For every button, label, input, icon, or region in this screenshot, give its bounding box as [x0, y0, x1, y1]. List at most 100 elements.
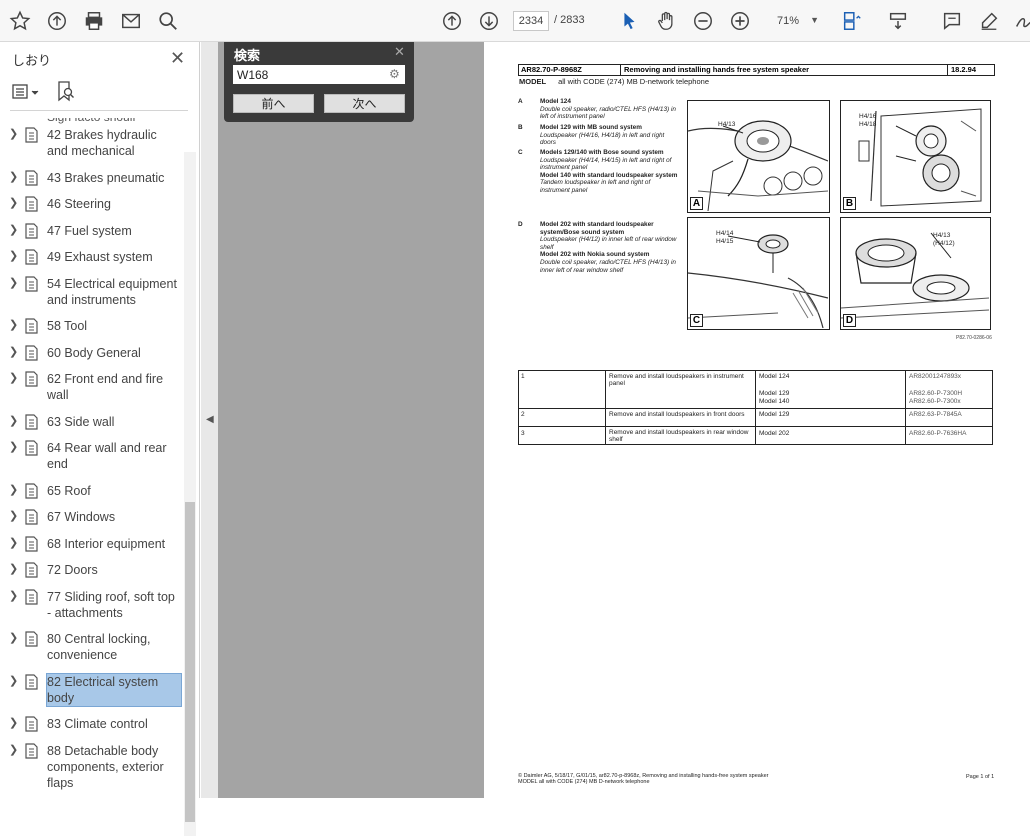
bookmark-item[interactable]: ❯ 67 Windows — [0, 509, 184, 525]
print-icon[interactable] — [82, 9, 106, 33]
find-previous-button[interactable]: 前へ — [233, 94, 314, 113]
table-row-ref-link[interactable]: AR82.60-P-7636HA — [909, 430, 966, 437]
bookmark-item[interactable]: ❯ 43 Brakes pneumatic — [0, 169, 184, 186]
doc-header: AR82.70-P-8968Z Removing and installing … — [518, 64, 995, 76]
read-mode-icon[interactable] — [886, 9, 910, 33]
figure-tag: (H4/12) — [933, 240, 955, 247]
bookmark-page-icon — [25, 127, 38, 143]
star-icon[interactable] — [8, 9, 32, 33]
expand-chevron-icon[interactable]: ❯ — [9, 371, 18, 384]
legend-line: Model 202 with standard loudspeaker syst… — [540, 221, 654, 236]
bookmark-label: 65 Roof — [47, 483, 91, 498]
bookmark-item[interactable]: ❯ 64 Rear wall and rear end — [0, 440, 184, 472]
page-up-icon[interactable] — [440, 9, 464, 33]
page-number-input[interactable]: 2334 — [513, 11, 549, 31]
bookmark-item[interactable]: ❯ 49 Exhaust system — [0, 249, 184, 265]
close-panel-button[interactable]: ✕ — [170, 48, 185, 69]
toolbar: 2334 / 2833 71% ▼ — [0, 0, 1030, 42]
table-row-ref-link[interactable]: AR82.60-P-7300x — [909, 398, 961, 405]
expand-chevron-icon[interactable]: ❯ — [9, 631, 18, 644]
figure-d: H4/13 (H4/12) D — [840, 217, 991, 330]
pointer-icon[interactable] — [617, 9, 641, 33]
pen-icon[interactable] — [977, 9, 1001, 33]
bookmark-item[interactable]: ❯ 60 Body General — [0, 344, 184, 361]
bookmark-item[interactable]: ❯ 47 Fuel system — [0, 222, 184, 239]
fit-page-icon[interactable] — [840, 9, 864, 33]
bookmark-item[interactable]: ❯ 72 Doors — [0, 562, 184, 578]
search-icon[interactable] — [156, 9, 180, 33]
figure-letter: C — [690, 314, 703, 327]
bookmark-item[interactable]: ❯ 63 Side wall — [0, 413, 184, 430]
bookmark-item[interactable]: ❯ 54 Electrical equipment and instruments — [0, 275, 184, 308]
bookmark-item[interactable]: ❯ 46 Steering — [0, 196, 184, 212]
gear-icon[interactable]: ⚙ — [389, 67, 400, 81]
expand-chevron-icon[interactable]: ❯ — [9, 536, 18, 549]
table-row-ref-link[interactable]: AR82.60-P-7300H — [909, 390, 962, 397]
bookmark-item[interactable]: ❯ 77 Sliding roof, soft top - attachments — [0, 588, 184, 621]
expand-chevron-icon[interactable]: ❯ — [9, 716, 18, 729]
expand-chevron-icon[interactable]: ❯ — [9, 170, 18, 183]
figure-letter: D — [843, 314, 856, 327]
bookmark-page-icon — [25, 222, 38, 239]
expand-chevron-icon[interactable]: ❯ — [9, 674, 18, 687]
find-popup: 検索 ✕ ⚙ 前へ 次へ — [224, 42, 414, 122]
options-menu-icon[interactable] — [12, 82, 42, 102]
bookmark-label: 63 Side wall — [47, 414, 115, 429]
legend-line: Model 140 with standard loudspeaker syst… — [540, 171, 678, 179]
expand-chevron-icon[interactable]: ❯ — [9, 483, 18, 496]
page-footer: © Daimler AG, 5/18/17, G/01/15, ar82.70-… — [518, 773, 769, 785]
zoom-select[interactable]: 71% ▼ — [767, 11, 825, 31]
expand-chevron-icon[interactable]: ❯ — [9, 414, 18, 427]
mail-icon[interactable] — [119, 9, 143, 33]
expand-chevron-icon[interactable]: ❯ — [9, 127, 18, 140]
bookmark-item[interactable]: ❯ 58 Tool — [0, 318, 184, 334]
table-row-model: Model 129 — [759, 390, 790, 397]
bookmark-item[interactable]: ❯ 82 Electrical system body — [0, 672, 184, 707]
doc-title: Removing and installing hands free syste… — [624, 65, 810, 74]
hand-icon[interactable] — [654, 9, 678, 33]
doc-date: 18.2.94 — [951, 65, 977, 74]
expand-chevron-icon[interactable]: ❯ — [9, 249, 18, 262]
find-input[interactable] — [233, 65, 405, 84]
bookmark-item[interactable]: ❯ 68 Interior equipment — [0, 535, 184, 552]
sign-icon[interactable] — [1012, 9, 1030, 33]
bookmark-label: 42 Brakes hydraulic and mechanical — [47, 128, 157, 158]
expand-chevron-icon[interactable]: ❯ — [9, 509, 18, 522]
expand-chevron-icon[interactable]: ❯ — [9, 318, 18, 331]
bookmark-label: 62 Front end and fire wall — [47, 372, 164, 402]
table-row-ref-link[interactable]: AR82.63-P-7845A — [909, 411, 962, 418]
legend-line: Model 129 with MB sound system — [540, 124, 642, 131]
find-next-button[interactable]: 次へ — [324, 94, 405, 113]
bookmark-search-icon[interactable] — [56, 80, 76, 102]
expand-chevron-icon[interactable]: ❯ — [9, 345, 18, 358]
expand-chevron-icon[interactable]: ❯ — [9, 223, 18, 236]
bookmark-page-icon — [25, 716, 38, 732]
bookmark-item[interactable]: ❯ 83 Climate control — [0, 716, 184, 732]
expand-chevron-icon[interactable]: ❯ — [9, 440, 18, 453]
find-close-button[interactable]: ✕ — [394, 44, 405, 60]
table-row-desc: Remove and install loudspeakers in front… — [609, 411, 745, 418]
table-row-ref-link[interactable]: AR82001247893x — [909, 373, 961, 380]
bookmark-page-icon — [25, 169, 38, 186]
bookmark-label: 54 Electrical equipment and instruments — [47, 276, 177, 307]
page-down-icon[interactable] — [477, 9, 501, 33]
expand-chevron-icon[interactable]: ❯ — [9, 276, 18, 289]
expand-chevron-icon[interactable]: ❯ — [9, 589, 18, 602]
bookmark-item[interactable]: ❯ 88 Detachable body components, exterior… — [0, 742, 184, 791]
bookmark-label: 72 Doors — [47, 563, 98, 577]
bookmark-item[interactable]: ❯ 80 Central locking, convenience — [0, 631, 184, 663]
upload-icon[interactable] — [45, 9, 69, 33]
pdf-page: AR82.70-P-8968Z Removing and installing … — [484, 42, 1030, 798]
expand-chevron-icon[interactable]: ❯ — [9, 196, 18, 209]
scrollbar-thumb[interactable] — [185, 502, 195, 822]
zoom-out-icon[interactable] — [691, 9, 715, 33]
comment-icon[interactable] — [940, 9, 964, 33]
bookmark-item[interactable]: ❯ 65 Roof — [0, 482, 184, 499]
expand-chevron-icon[interactable]: ❯ — [9, 562, 18, 575]
panel-title: しおり — [12, 53, 52, 68]
bookmark-item[interactable]: ❯ 62 Front end and fire wall — [0, 371, 184, 403]
expand-chevron-icon[interactable]: ❯ — [9, 743, 18, 756]
bookmark-item[interactable]: ❯ 42 Brakes hydraulic and mechanical — [0, 127, 184, 159]
collapse-panel-icon[interactable]: ◀ — [206, 414, 214, 425]
zoom-in-icon[interactable] — [728, 9, 752, 33]
